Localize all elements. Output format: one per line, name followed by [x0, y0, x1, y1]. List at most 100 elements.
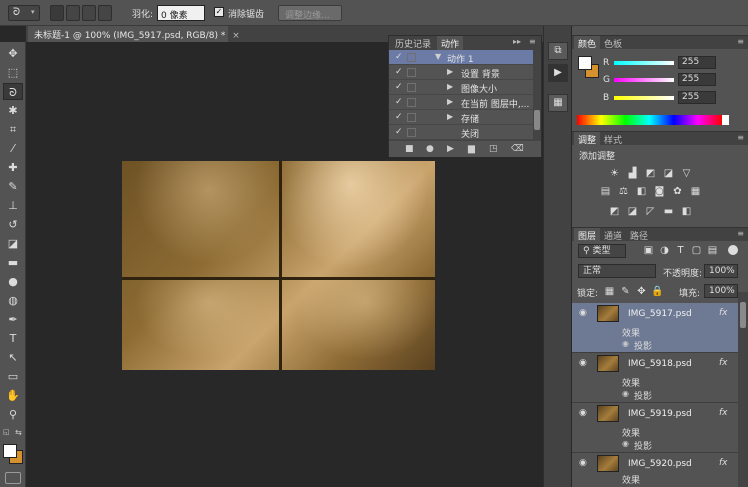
- tab-styles[interactable]: 样式: [600, 132, 626, 146]
- gradient-map-icon[interactable]: ▬: [662, 206, 675, 217]
- check-icon[interactable]: ✓: [395, 97, 403, 107]
- scroll-thumb[interactable]: [740, 302, 746, 328]
- vibrance-icon[interactable]: ▽: [680, 168, 693, 179]
- tab-history[interactable]: 历史记录: [391, 36, 435, 50]
- filter-type-icon[interactable]: T: [674, 245, 687, 256]
- gradient-tool-icon[interactable]: ▬: [3, 254, 23, 271]
- action-step-row[interactable]: ✓ ▶ 设置 背景: [389, 65, 533, 80]
- action-step-row[interactable]: ✓ 关闭: [389, 125, 533, 140]
- new-selection-button[interactable]: [50, 5, 64, 21]
- hand-tool-icon[interactable]: ✋: [3, 387, 23, 404]
- eye-icon[interactable]: ◉: [579, 358, 587, 368]
- panel-menu-icon[interactable]: ≡: [737, 133, 744, 142]
- dialog-toggle-box[interactable]: [407, 83, 416, 92]
- close-icon[interactable]: ×: [232, 31, 240, 41]
- check-icon[interactable]: ✓: [395, 127, 403, 137]
- refine-edge-button[interactable]: 调整边缘...: [278, 5, 342, 21]
- layer-row[interactable]: ◉ IMG_5917.psd fx 效果 ◉ 投影: [572, 303, 738, 353]
- expand-triangle-icon[interactable]: ▶: [447, 112, 453, 121]
- layer-comps-icon[interactable]: ▦: [548, 94, 568, 112]
- photo-filter-icon[interactable]: ◙: [653, 186, 666, 197]
- expand-triangle-icon[interactable]: ▶: [447, 67, 453, 76]
- path-selection-tool-icon[interactable]: ↖: [3, 349, 23, 366]
- filter-toggle-icon[interactable]: [728, 245, 738, 255]
- move-tool-icon[interactable]: ✥: [3, 45, 23, 62]
- type-tool-icon[interactable]: T: [3, 330, 23, 347]
- channel-mixer-icon[interactable]: ✿: [671, 186, 684, 197]
- effect-eye-icon[interactable]: ◉: [622, 389, 629, 398]
- filter-shape-icon[interactable]: ▢: [690, 245, 703, 256]
- trash-icon[interactable]: ⌫: [511, 144, 524, 154]
- fx-icon[interactable]: fx: [719, 408, 728, 418]
- clone-stamp-tool-icon[interactable]: ⊥: [3, 197, 23, 214]
- layer-filter-select[interactable]: ⚲ 类型: [578, 244, 626, 258]
- eye-icon[interactable]: ◉: [579, 458, 587, 468]
- action-row[interactable]: ✓ ▼ 动作 1: [389, 50, 533, 65]
- fx-icon[interactable]: fx: [719, 358, 728, 368]
- intersect-selection-button[interactable]: [98, 5, 112, 21]
- black-white-icon[interactable]: ◧: [635, 186, 648, 197]
- opacity-input[interactable]: 100%: [704, 264, 738, 278]
- foreground-color-swatch[interactable]: [3, 444, 17, 458]
- new-action-icon[interactable]: ◳: [489, 144, 498, 154]
- blend-mode-select[interactable]: 正常: [578, 264, 656, 278]
- antialias-checkbox[interactable]: ✓: [214, 7, 224, 17]
- filter-adjustment-icon[interactable]: ◑: [658, 245, 671, 256]
- dialog-toggle-box[interactable]: [407, 98, 416, 107]
- marquee-tool-icon[interactable]: ⬚: [3, 64, 23, 81]
- lock-position-icon[interactable]: ✥: [635, 286, 648, 297]
- lock-pixels-icon[interactable]: ✎: [619, 286, 632, 297]
- red-slider[interactable]: [614, 61, 674, 65]
- red-value[interactable]: 255: [678, 56, 716, 69]
- color-spectrum-bar[interactable]: [577, 115, 722, 125]
- color-lookup-icon[interactable]: ▦: [689, 186, 702, 197]
- expand-triangle-icon[interactable]: ▼: [435, 52, 441, 61]
- blue-value[interactable]: 255: [678, 91, 716, 104]
- dialog-toggle-box[interactable]: [407, 53, 416, 62]
- action-step-row[interactable]: ✓ ▶ 图像大小: [389, 80, 533, 95]
- swap-colors-icon[interactable]: ⇆: [15, 428, 25, 438]
- healing-brush-tool-icon[interactable]: ✚: [3, 159, 23, 176]
- filter-pixel-icon[interactable]: ▣: [642, 245, 655, 256]
- check-icon[interactable]: ✓: [395, 82, 403, 92]
- foreground-color-swatch[interactable]: [578, 56, 592, 70]
- color-balance-icon[interactable]: ⚖: [617, 186, 630, 197]
- lasso-tool-icon[interactable]: ᘐ: [3, 83, 23, 100]
- tab-adjustments[interactable]: 调整: [574, 132, 601, 146]
- posterize-icon[interactable]: ◪: [626, 206, 639, 217]
- tool-preset-picker[interactable]: ᘐ ▾: [8, 5, 40, 21]
- zoom-tool-icon[interactable]: ⚲: [3, 406, 23, 423]
- curves-icon[interactable]: ◩: [644, 168, 657, 179]
- eraser-tool-icon[interactable]: ◪: [3, 235, 23, 252]
- dialog-toggle-box[interactable]: [407, 68, 416, 77]
- fill-input[interactable]: 100%: [704, 284, 738, 298]
- default-colors-icon[interactable]: ◱: [3, 428, 13, 438]
- quick-mask-icon[interactable]: [5, 472, 21, 484]
- brush-tool-icon[interactable]: ✎: [3, 178, 23, 195]
- action-step-row[interactable]: ✓ ▶ 存储: [389, 110, 533, 125]
- dodge-tool-icon[interactable]: ◍: [3, 292, 23, 309]
- dialog-toggle-box[interactable]: [407, 113, 416, 122]
- layer-row[interactable]: ◉ IMG_5919.psd fx 效果 ◉ 投影: [572, 403, 738, 453]
- play-icon[interactable]: ▶: [447, 144, 454, 154]
- blur-tool-icon[interactable]: ●: [3, 273, 23, 290]
- threshold-icon[interactable]: ◸: [644, 206, 657, 217]
- scroll-thumb[interactable]: [534, 110, 540, 130]
- tab-layers[interactable]: 图层: [574, 228, 601, 242]
- effect-eye-icon[interactable]: ◉: [622, 439, 629, 448]
- subtract-from-selection-button[interactable]: [82, 5, 96, 21]
- history-panel-icon[interactable]: ⧉: [548, 42, 568, 60]
- tab-color[interactable]: 颜色: [574, 36, 601, 50]
- panel-menu-icon[interactable]: ≡: [737, 37, 744, 46]
- check-icon[interactable]: ✓: [395, 52, 403, 62]
- document-tab[interactable]: 未标题-1 @ 100% (IMG_5917.psd, RGB/8) * ×: [28, 26, 240, 42]
- magic-wand-tool-icon[interactable]: ✱: [3, 102, 23, 119]
- selective-color-icon[interactable]: ◧: [680, 206, 693, 217]
- dialog-toggle-box[interactable]: [407, 128, 416, 137]
- new-set-icon[interactable]: ▆: [468, 144, 475, 154]
- levels-icon[interactable]: ▟: [626, 168, 639, 179]
- layer-row[interactable]: ◉ IMG_5920.psd fx 效果: [572, 453, 738, 487]
- lock-all-icon[interactable]: 🔒: [651, 286, 664, 297]
- white-swatch[interactable]: [722, 115, 729, 125]
- tab-channels[interactable]: 通道: [600, 228, 626, 242]
